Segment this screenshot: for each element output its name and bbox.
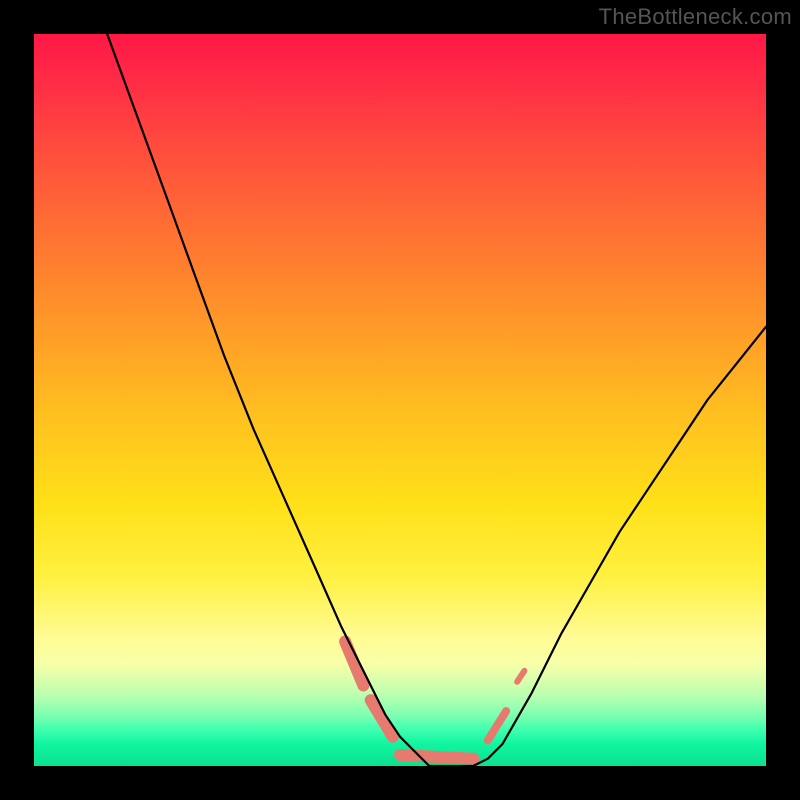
chart-svg — [34, 34, 766, 766]
highlight-group — [345, 642, 524, 759]
chart-frame: TheBottleneck.com — [0, 0, 800, 800]
plot-area — [34, 34, 766, 766]
curve-path — [107, 34, 766, 766]
watermark-text: TheBottleneck.com — [599, 4, 792, 30]
curve-group — [107, 34, 766, 766]
highlight-seg-e — [517, 671, 524, 682]
highlight-seg-d — [488, 711, 506, 740]
highlight-seg-c — [400, 755, 473, 759]
